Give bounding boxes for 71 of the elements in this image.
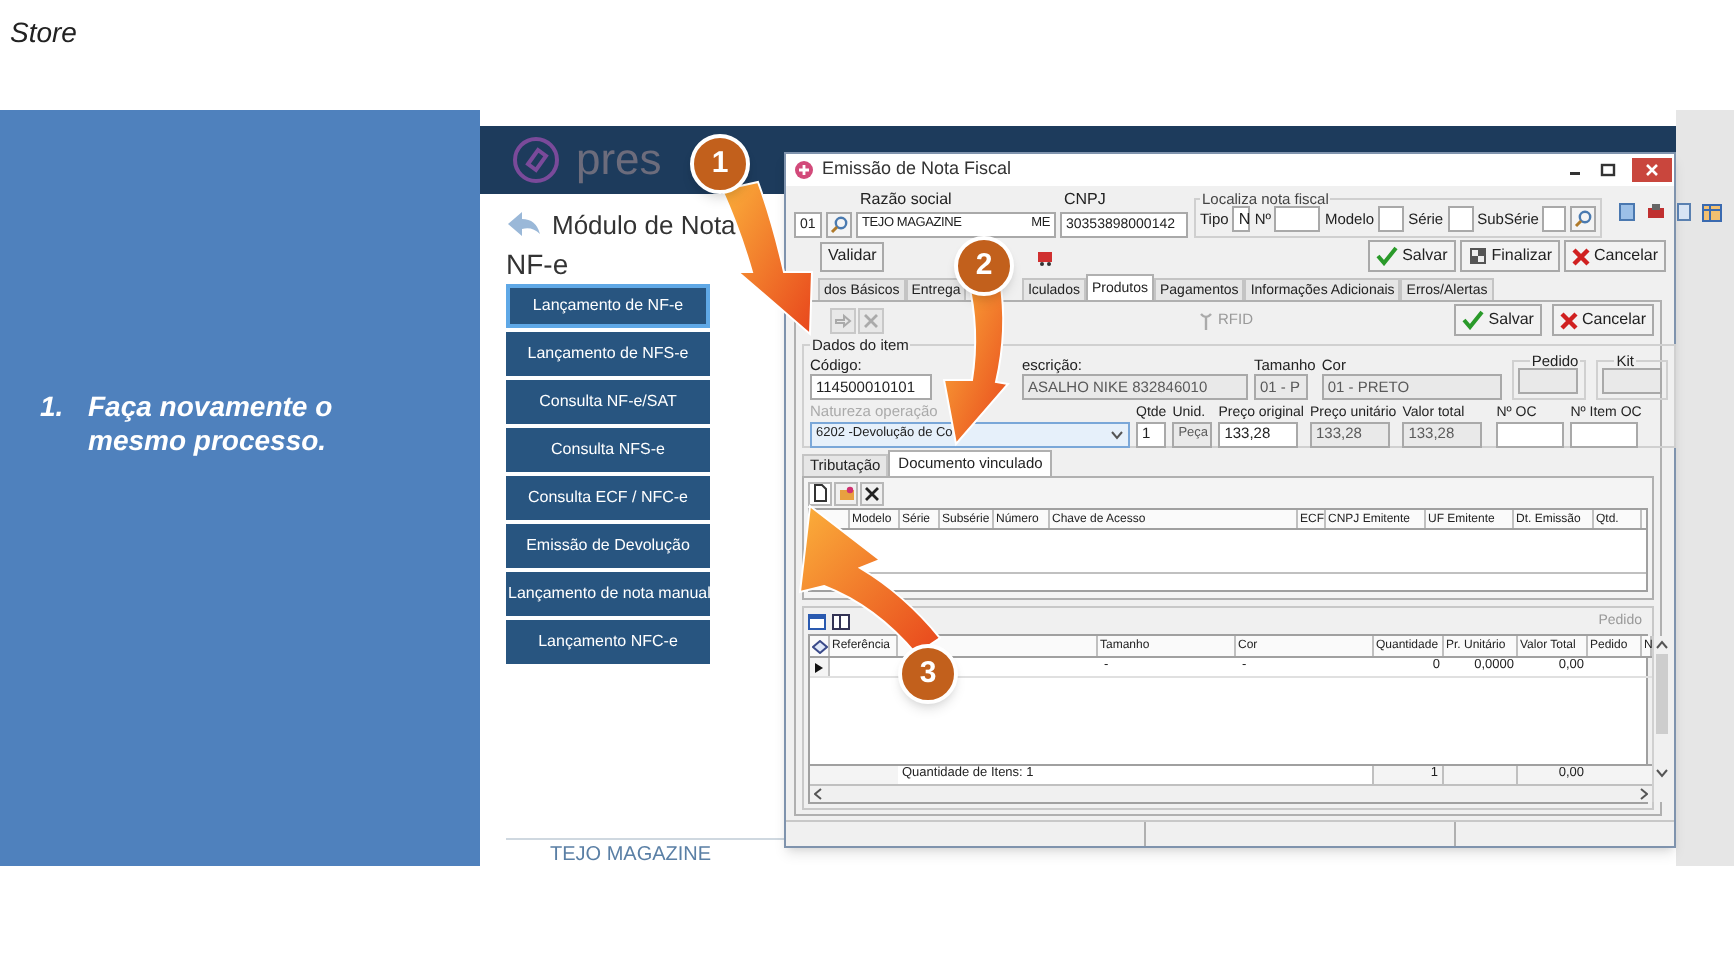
close-icon: [1646, 164, 1658, 176]
check-icon: [1376, 246, 1399, 266]
diamond-icon: [811, 639, 827, 653]
chevron-up-icon: [1655, 640, 1667, 650]
edit-button[interactable]: [834, 481, 858, 505]
input-field[interactable]: [1378, 206, 1405, 233]
chevron-left-icon: [814, 788, 822, 800]
section-title: NF-e: [506, 250, 569, 278]
input-field[interactable]: [1570, 421, 1639, 447]
document-icon[interactable]: [1618, 202, 1637, 222]
input-field[interactable]: [1602, 368, 1663, 394]
input-field[interactable]: [1447, 206, 1474, 233]
close-icon: [864, 485, 880, 501]
search-icon: [1574, 210, 1593, 229]
menu-button[interactable]: Lançamento NFC-e: [506, 620, 710, 664]
close-button[interactable]: [1632, 158, 1672, 182]
menu-button[interactable]: Emissão de Devolução: [506, 524, 710, 568]
input-field[interactable]: [1542, 206, 1567, 233]
module-title: Módulo de Nota: [552, 211, 736, 237]
footer-text: TEJO MAGAZINE: [548, 846, 712, 866]
step-number: 1.: [40, 390, 66, 426]
folder-icon: [837, 484, 855, 502]
close-icon: [1571, 247, 1590, 265]
finish-button[interactable]: Finalizar: [1459, 240, 1560, 272]
new-document-icon: [812, 484, 828, 502]
scrollbar-thumb[interactable]: [1655, 654, 1667, 734]
menu-button[interactable]: Consulta NFS-e: [506, 428, 710, 472]
new-button[interactable]: [808, 481, 832, 505]
maximize-icon[interactable]: [1600, 162, 1616, 178]
window-icon[interactable]: [808, 613, 826, 629]
menu-button[interactable]: Consulta ECF / NFC-e: [506, 476, 710, 520]
chevron-down-icon: [1110, 429, 1124, 439]
menu-button[interactable]: Lançamento de NF-e: [506, 284, 710, 328]
antenna-icon: [1198, 311, 1214, 329]
step-text: Faça novamente o mesmo processo.: [88, 390, 335, 458]
window-title: Emissão de Nota Fiscal: [822, 156, 1012, 183]
field-label: CNPJ: [1062, 192, 1106, 208]
validate-button[interactable]: Validar: [820, 241, 885, 271]
field-label: Razão social: [858, 192, 952, 208]
tag-logo-icon: [512, 136, 560, 184]
edit-button[interactable]: [830, 307, 856, 333]
delete-icon: [862, 311, 880, 329]
chevron-right-icon: [1640, 788, 1648, 800]
menu-button[interactable]: Lançamento de NFS-e: [506, 332, 710, 376]
flag-icon: [1467, 246, 1488, 266]
logo-text: pres: [576, 138, 662, 182]
input-field[interactable]: [1517, 368, 1578, 394]
cancel-button[interactable]: Cancelar: [1551, 304, 1654, 336]
cancel-button[interactable]: Cancelar: [1563, 240, 1666, 272]
car-icon: [1036, 247, 1055, 265]
app-icon: [794, 160, 814, 180]
delete-button[interactable]: [860, 481, 884, 505]
grid-icon[interactable]: [1702, 203, 1723, 221]
check-icon: [1462, 310, 1485, 330]
search-button[interactable]: [826, 212, 852, 238]
search-button[interactable]: [1570, 206, 1597, 233]
page-icon[interactable]: [1676, 202, 1693, 222]
menu-button[interactable]: Lançamento de nota manual: [506, 572, 710, 616]
chevron-down-icon: [1655, 768, 1667, 778]
search-icon: [830, 216, 848, 234]
input-field[interactable]: [1274, 206, 1321, 233]
save-button[interactable]: Salvar: [1368, 240, 1456, 272]
menu-button[interactable]: Consulta NF-e/SAT: [506, 380, 710, 424]
slide-title: Store: [10, 16, 77, 48]
edit-icon: [834, 311, 852, 329]
back-arrow-icon: [506, 210, 542, 238]
save-button[interactable]: Salvar: [1454, 304, 1542, 336]
input-field[interactable]: [1496, 421, 1565, 447]
close-icon: [1559, 311, 1578, 329]
horizontal-scrollbar[interactable]: [810, 784, 1652, 802]
input-field[interactable]: N: [1232, 206, 1251, 233]
